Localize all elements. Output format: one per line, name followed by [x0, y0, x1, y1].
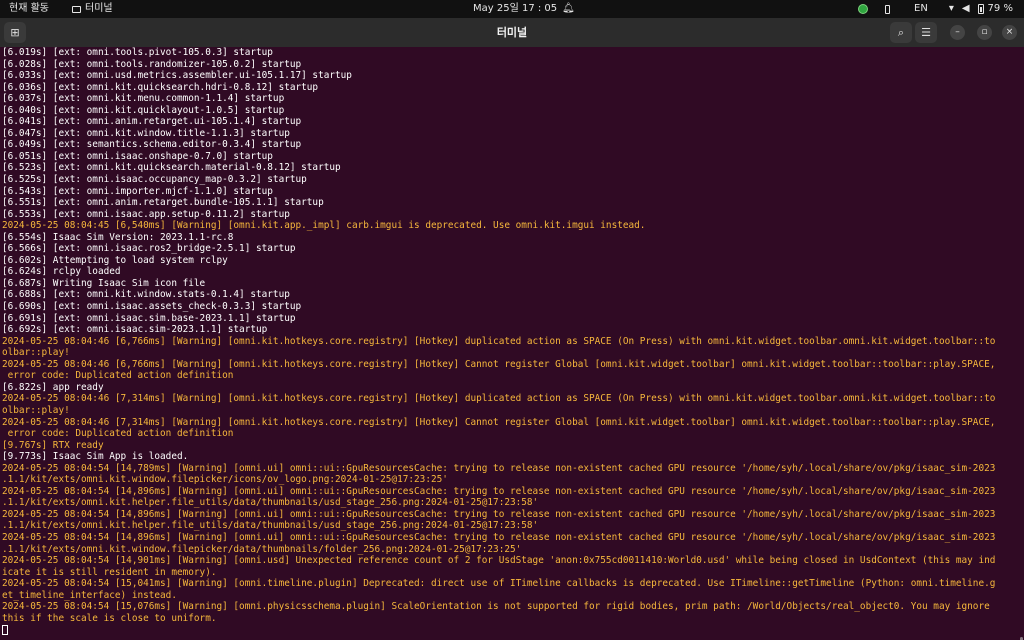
notification-bell-icon[interactable]: 🔔︎ [562, 0, 575, 18]
terminal-line: [6.566s] [ext: omni.isaac.ros2_bridge-2.… [2, 243, 296, 255]
minimize-icon: – [955, 27, 960, 37]
terminal-line: 2024-05-25 08:04:54 [14,901ms] [Warning]… [2, 555, 996, 567]
terminal-line: [6.602s] Attempting to load system rclpy [2, 254, 228, 266]
terminal-line: 2024-05-25 08:04:54 [14,789ms] [Warning]… [2, 462, 996, 474]
terminal-line: [6.553s] [ext: omni.isaac.app.setup-0.11… [2, 208, 290, 220]
terminal-line: [9.773s] Isaac Sim App is loaded. [2, 451, 189, 463]
terminal-line: [6.049s] [ext: semantics.schema.editor-0… [2, 139, 302, 151]
search-button[interactable]: ⌕ [890, 22, 912, 43]
terminal-line: 2024-05-25 08:04:46 [7,314ms] [Warning] … [2, 393, 996, 405]
terminal-line: [6.051s] [ext: omni.isaac.onshape-0.7.0]… [2, 150, 273, 162]
terminal-text: [6.019s] [ext: omni.tools.pivot-105.0.3]… [0, 47, 1024, 636]
terminal-line: .1.1/kit/exts/omni.kit.helper.file_utils… [2, 497, 539, 509]
app-menu-label: 터미널 [85, 3, 113, 14]
battery-icon [977, 4, 984, 14]
terminal-line: [6.624s] rclpy loaded [2, 266, 121, 278]
terminal-line: [6.692s] [ext: omni.isaac.sim-2023.1.1] … [2, 324, 268, 336]
terminal-line: 2024-05-25 08:04:46 [7,314ms] [Warning] … [2, 416, 996, 428]
terminal-line: this if the scale is close to uniform. [2, 612, 217, 624]
terminal-line: [6.033s] [ext: omni.usd.metrics.assemble… [2, 70, 352, 82]
app-menu-button[interactable]: 터미널 [72, 0, 113, 18]
terminal-line: 2024-05-25 08:04:54 [14,896ms] [Warning]… [2, 485, 996, 497]
terminal-line: 2024-05-25 08:04:54 [14,896ms] [Warning]… [2, 531, 996, 543]
activities-button[interactable]: 현재 활동 [9, 0, 49, 18]
wifi-icon: ▾ [948, 3, 954, 14]
terminal-line: [6.019s] [ext: omni.tools.pivot-105.0.3]… [2, 47, 273, 58]
terminal-line: [6.037s] [ext: omni.kit.menu.common-1.1.… [2, 93, 285, 105]
terminal-line: error code: Duplicated action definition [2, 370, 234, 382]
phone-connect-icon[interactable] [885, 4, 890, 14]
terminal-line: [6.822s] app ready [2, 381, 104, 393]
clock[interactable]: May 25일 17 : 05 [473, 0, 557, 18]
terminal-line: .1.1/kit/exts/omni.kit.helper.file_utils… [2, 520, 539, 532]
text-cursor [2, 625, 8, 636]
terminal-line: 2024-05-25 08:04:54 [14,896ms] [Warning]… [2, 508, 996, 520]
menu-button[interactable]: ☰ [915, 22, 937, 43]
terminal-line: [6.041s] [ext: omni.anim.retarget.ui-105… [2, 116, 302, 128]
terminal-line: [6.543s] [ext: omni.importer.mjcf-1.1.0]… [2, 185, 273, 197]
hamburger-menu-icon: ☰ [921, 26, 931, 39]
terminal-headerbar: ⊞ 터미널 ⌕ ☰ – ▫ × [0, 18, 1024, 47]
close-button[interactable]: × [1002, 25, 1017, 40]
restore-icon: ▫ [981, 27, 988, 37]
terminal-line: icate it is still resident in memory). [2, 566, 217, 578]
terminal-line: [6.036s] [ext: omni.kit.quicksearch.hdri… [2, 81, 319, 93]
terminal-line: [6.028s] [ext: omni.tools.randomizer-105… [2, 58, 302, 70]
maximize-button[interactable]: ▫ [977, 25, 992, 40]
minimize-button[interactable]: – [950, 25, 965, 40]
app-indicator-icon[interactable] [858, 4, 868, 14]
terminal-line: [9.767s] RTX ready [2, 439, 104, 451]
terminal-line: 2024-05-25 08:04:45 [6,540ms] [Warning] … [2, 220, 646, 232]
terminal-line: 2024-05-25 08:04:54 [15,041ms] [Warning]… [2, 578, 996, 590]
terminal-line: [6.688s] [ext: omni.kit.window.stats-0.1… [2, 289, 290, 301]
terminal-line: olbar::play! [2, 404, 70, 416]
terminal-line: [6.691s] [ext: omni.isaac.sim.base-2023.… [2, 312, 296, 324]
system-top-bar: 현재 활동 터미널 May 25일 17 : 05 🔔︎ EN ▾ ◀︎ 79 … [0, 0, 1024, 18]
terminal-line: olbar::play! [2, 347, 70, 359]
terminal-line: [6.554s] Isaac Sim Version: 2023.1.1-rc.… [2, 231, 234, 243]
terminal-icon [72, 5, 81, 13]
terminal-line: [6.687s] Writing Isaac Sim icon file [2, 277, 206, 289]
terminal-line: error code: Duplicated action definition [2, 428, 234, 440]
terminal-line: .1.1/kit/exts/omni.kit.window.filepicker… [2, 474, 448, 486]
battery-percent: 79 % [987, 3, 1013, 14]
terminal-line: et_timeline_interface) instead. [2, 589, 177, 601]
close-icon: × [1005, 27, 1014, 37]
window-title: 터미널 [496, 26, 528, 39]
prompt-line[interactable] [2, 624, 1024, 636]
terminal-line: .1.1/kit/exts/omni.kit.window.filepicker… [2, 543, 522, 555]
terminal-line: 2024-05-25 08:04:46 [6,766ms] [Warning] … [2, 335, 996, 347]
terminal-line: [6.047s] [ext: omni.kit.window.title-1.1… [2, 127, 290, 139]
terminal-line: 2024-05-25 08:04:46 [6,766ms] [Warning] … [2, 358, 996, 370]
terminal-line: 2024-05-25 08:04:54 [15,076ms] [Warning]… [2, 601, 990, 613]
terminal-line: [6.523s] [ext: omni.kit.quicksearch.mate… [2, 162, 341, 174]
terminal-line: [6.040s] [ext: omni.kit.quicklayout-1.0.… [2, 104, 285, 116]
terminal-output-area[interactable]: [6.019s] [ext: omni.tools.pivot-105.0.3]… [0, 47, 1024, 640]
terminal-line: [6.690s] [ext: omni.isaac.assets_check-0… [2, 301, 302, 313]
volume-icon: ◀︎ [961, 3, 970, 14]
search-icon: ⌕ [897, 26, 905, 39]
terminal-line: [6.525s] [ext: omni.isaac.occupancy_map-… [2, 174, 307, 186]
input-language-indicator[interactable]: EN [914, 0, 928, 18]
system-tray[interactable]: EN ▾ ◀︎ 79 % [858, 0, 1013, 18]
terminal-line: [6.551s] [ext: omni.anim.retarget.bundle… [2, 197, 324, 209]
